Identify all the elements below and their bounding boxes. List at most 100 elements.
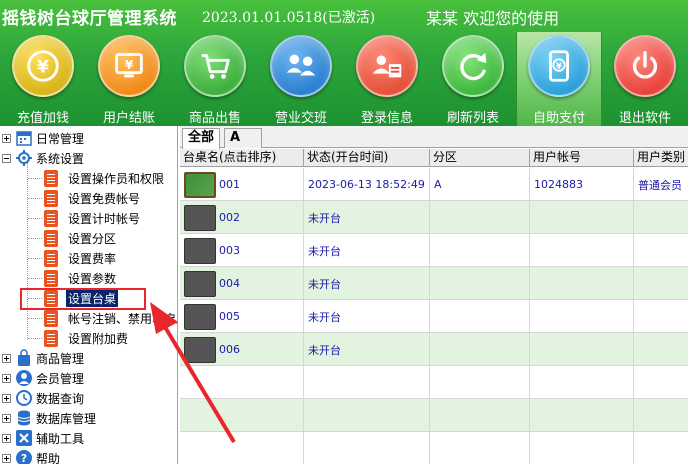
tree-label-members: 会员管理 bbox=[36, 371, 85, 386]
expand-icon[interactable] bbox=[2, 433, 11, 443]
billiard-table-icon bbox=[184, 270, 216, 297]
title-row: 摇钱树台球厅管理系统 2023.01.01.0518(已激活) 某某 欢迎您的使… bbox=[0, 0, 688, 32]
tree-node-goods[interactable]: 商品管理 bbox=[2, 348, 84, 368]
tree-node-query[interactable]: 数据查询 bbox=[2, 388, 84, 408]
column-header-status[interactable]: 状态(开台时间) bbox=[304, 149, 430, 167]
cell-zone bbox=[430, 234, 530, 267]
table-row[interactable]: 005 未开台 bbox=[180, 300, 688, 333]
tree-node-members[interactable]: 会员管理 bbox=[2, 368, 84, 388]
cell-zone-text: A bbox=[434, 178, 442, 191]
column-header-zone[interactable]: 分区 bbox=[430, 149, 530, 167]
self-pay-button[interactable]: ¥ 自助支付 bbox=[516, 32, 602, 126]
sell-goods-button[interactable]: 商品出售 bbox=[172, 32, 258, 126]
cell-zone: A bbox=[430, 168, 530, 201]
shift-handover-button[interactable]: 营业交班 bbox=[258, 32, 344, 126]
column-header-table[interactable]: 台桌名(点击排序) bbox=[180, 149, 304, 167]
tree-node-database[interactable]: 数据库管理 bbox=[2, 408, 96, 428]
tables-grid: 台桌名(点击排序) 状态(开台时间) 分区 用户帐号 用户类别 001 2023-… bbox=[180, 149, 688, 464]
tree-node-settings[interactable]: 系统设置 bbox=[2, 148, 84, 168]
table-row[interactable]: 006 未开台 bbox=[180, 333, 688, 366]
tree-item-rates[interactable]: 设置费率 bbox=[42, 248, 116, 268]
tree-item-zones[interactable]: 设置分区 bbox=[42, 228, 116, 248]
recharge-button[interactable]: ¥ 充值加钱 bbox=[0, 32, 86, 126]
column-header-type[interactable]: 用户类别 bbox=[634, 149, 688, 167]
tree-item-surcharge[interactable]: 设置附加费 bbox=[42, 328, 128, 348]
table-row[interactable]: 004 未开台 bbox=[180, 267, 688, 300]
tree-node-daily[interactable]: 日常管理 bbox=[2, 128, 84, 148]
billiard-table-icon bbox=[184, 171, 216, 198]
tree-guide-h bbox=[28, 218, 42, 219]
tree-guide-h bbox=[28, 198, 42, 199]
tab-all[interactable]: 全部 bbox=[182, 128, 221, 149]
table-row[interactable] bbox=[180, 432, 688, 464]
cell-account bbox=[530, 234, 634, 267]
cell-user-type bbox=[634, 333, 688, 366]
table-row[interactable] bbox=[180, 399, 688, 432]
login-info-label: 登录信息 bbox=[360, 111, 413, 126]
cell-user-type: 普通会员 bbox=[634, 168, 688, 201]
exit-button[interactable]: 退出软件 bbox=[602, 32, 688, 126]
tree-node-help[interactable]: ? 帮助 bbox=[2, 448, 60, 464]
phone-yen-icon: ¥ bbox=[528, 35, 590, 97]
tab-zone-a[interactable]: A bbox=[224, 128, 262, 148]
refresh-list-button[interactable]: 刷新列表 bbox=[430, 32, 516, 126]
cell-account-text: 1024883 bbox=[534, 178, 583, 191]
tree-guide-h bbox=[28, 278, 42, 279]
table-row[interactable]: 003 未开台 bbox=[180, 234, 688, 267]
cell-status-text: 2023-06-13 18:52:49 bbox=[308, 178, 425, 191]
self-pay-label: 自助支付 bbox=[532, 111, 585, 126]
login-info-button[interactable]: 登录信息 bbox=[344, 32, 430, 126]
expand-icon[interactable] bbox=[2, 373, 11, 383]
document-icon bbox=[44, 229, 58, 247]
tree-label-goods: 商品管理 bbox=[36, 351, 85, 366]
expand-icon[interactable] bbox=[2, 393, 11, 403]
tree-item-label: 设置免费帐号 bbox=[68, 191, 141, 206]
cell-account bbox=[530, 333, 634, 366]
tree-label-query: 数据查询 bbox=[36, 391, 85, 406]
billiard-table-icon bbox=[184, 336, 216, 363]
table-name-text: 005 bbox=[219, 310, 240, 323]
cell-table-name: 004 bbox=[180, 267, 304, 300]
cell-user-type bbox=[634, 366, 688, 399]
tree-item-timed-account[interactable]: 设置计时帐号 bbox=[42, 208, 140, 228]
collapse-icon[interactable] bbox=[2, 153, 11, 163]
table-row[interactable]: 002 未开台 bbox=[180, 201, 688, 234]
tree-item-free-account[interactable]: 设置免费帐号 bbox=[42, 188, 140, 208]
app-title: 摇钱树台球厅管理系统 bbox=[2, 9, 177, 29]
column-header-account[interactable]: 用户帐号 bbox=[530, 149, 634, 167]
checkout-button[interactable]: ¥ 用户结账 bbox=[86, 32, 172, 126]
tree-guide-h bbox=[28, 238, 42, 239]
document-icon bbox=[44, 169, 58, 187]
svg-text:¥: ¥ bbox=[125, 58, 134, 72]
cell-status-text: 未开台 bbox=[308, 343, 341, 357]
cell-account bbox=[530, 267, 634, 300]
tree-item-params[interactable]: 设置参数 bbox=[42, 268, 116, 288]
tree-item-label: 设置费率 bbox=[68, 251, 117, 266]
cell-status-text: 未开台 bbox=[308, 277, 341, 291]
expand-icon[interactable] bbox=[2, 453, 11, 463]
cell-zone bbox=[430, 432, 530, 464]
expand-icon[interactable] bbox=[2, 413, 11, 423]
cell-account bbox=[530, 300, 634, 333]
expand-icon[interactable] bbox=[2, 353, 11, 363]
table-row[interactable] bbox=[180, 366, 688, 399]
tree-label-daily: 日常管理 bbox=[36, 131, 85, 146]
document-icon bbox=[44, 269, 58, 287]
tree-label-tools: 辅助工具 bbox=[36, 431, 85, 446]
tree-guide-line bbox=[27, 162, 28, 340]
cell-account bbox=[530, 399, 634, 432]
shift-handover-label: 营业交班 bbox=[274, 111, 327, 126]
tree-item-account-status[interactable]: 帐号注销、禁用、启用 bbox=[42, 308, 177, 328]
cell-zone bbox=[430, 201, 530, 234]
expand-icon[interactable] bbox=[2, 133, 11, 143]
table-row[interactable]: 001 2023-06-13 18:52:49 A 1024883 普通会员 bbox=[180, 168, 688, 201]
tree-node-tools[interactable]: 辅助工具 bbox=[2, 428, 84, 448]
svg-text:¥: ¥ bbox=[556, 62, 562, 72]
cell-table-name: 001 bbox=[180, 168, 304, 201]
cell-user-type bbox=[634, 300, 688, 333]
cell-status-text: 未开台 bbox=[308, 211, 341, 225]
exit-label: 退出软件 bbox=[618, 111, 671, 126]
document-icon bbox=[44, 209, 58, 227]
tree-item-operators[interactable]: 设置操作员和权限 bbox=[42, 168, 164, 188]
app-version: 2023.01.01.0518(已激活) bbox=[202, 10, 376, 26]
